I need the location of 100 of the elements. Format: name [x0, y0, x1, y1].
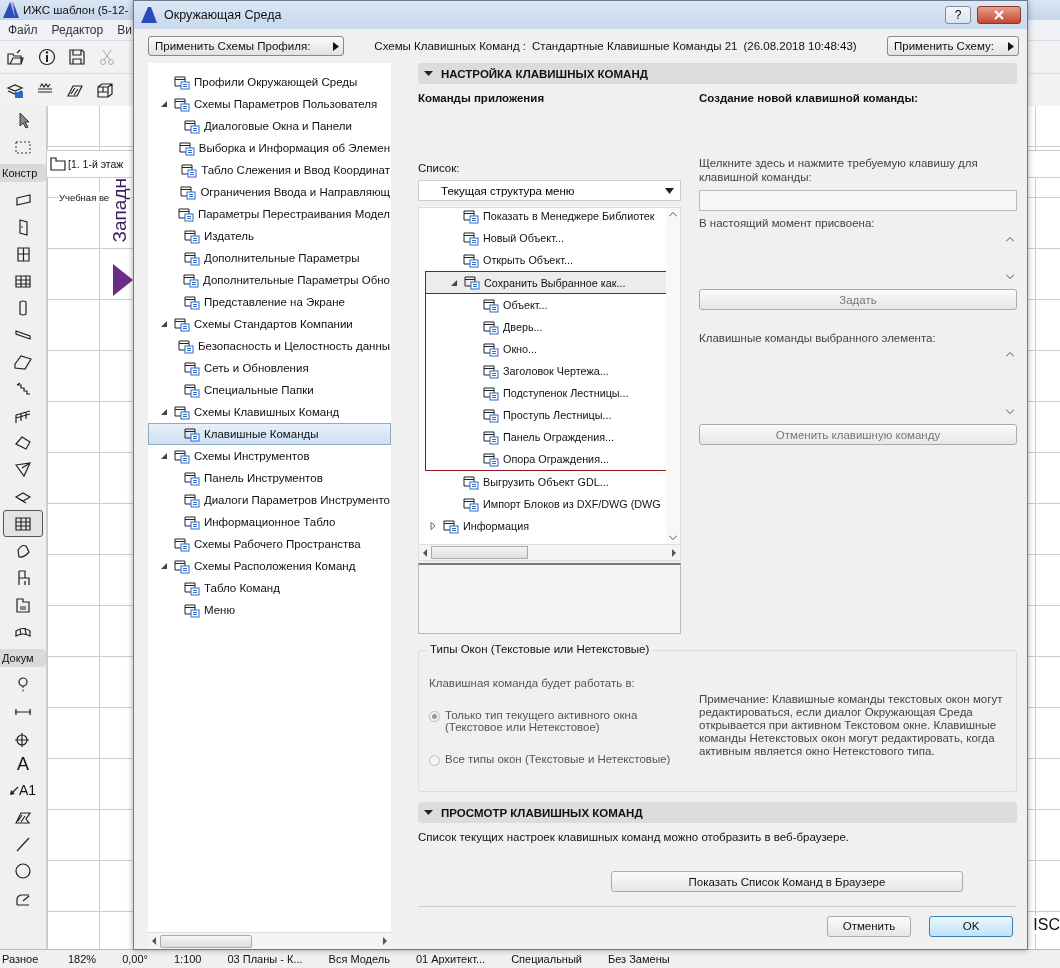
app-logo-icon: [140, 6, 158, 24]
tree-item[interactable]: Безопасность и Целостность данны: [148, 335, 391, 357]
settings-panel-icon: [183, 513, 200, 531]
shortcut-input-field[interactable]: [699, 190, 1017, 211]
cancel-button[interactable]: Отменить: [827, 915, 911, 937]
tree-item[interactable]: Схемы Инструментов: [148, 445, 391, 467]
close-button[interactable]: [977, 6, 1021, 24]
palette-group-label[interactable]: Разное: [2, 953, 42, 965]
status-field[interactable]: Специальный: [511, 953, 582, 965]
status-field[interactable]: Без Замены: [608, 953, 670, 965]
menu-item[interactable]: Ви: [117, 23, 132, 37]
command-icon: [482, 450, 499, 468]
status-field[interactable]: Вся Модель: [328, 953, 390, 965]
tree-item[interactable]: Диалоговые Окна и Панели: [148, 115, 391, 137]
collapse-arrow-icon[interactable]: [160, 320, 168, 328]
command-item[interactable]: Показать в Менеджере Библиотек: [419, 208, 666, 227]
tree-item[interactable]: Специальные Папки: [148, 379, 391, 401]
tree-item[interactable]: Схемы Расположения Команд: [148, 555, 391, 577]
tree-item[interactable]: Меню: [148, 599, 391, 621]
tree-item[interactable]: Схемы Параметров Пользователя: [148, 93, 391, 115]
scroll-right-icon[interactable]: [672, 548, 676, 557]
scroll-left-icon[interactable]: [423, 548, 427, 557]
horizontal-scrollbar[interactable]: [148, 932, 391, 949]
apply-scheme-button[interactable]: Применить Схему:: [887, 36, 1019, 56]
command-item[interactable]: Панель Ограждения...: [419, 426, 666, 448]
expand-arrow-icon[interactable]: [429, 522, 437, 530]
status-field[interactable]: 01 Архитект...: [415, 953, 486, 965]
palette-group-label[interactable]: Констр: [0, 164, 46, 182]
tree-item[interactable]: Табло Слежения и Ввод Координат: [148, 159, 391, 181]
ok-button[interactable]: OK: [929, 915, 1013, 937]
command-item[interactable]: Импорт Блоков из DXF/DWG (DWG: [419, 493, 666, 515]
brick-box-icon: [96, 81, 114, 99]
scissors-icon: [98, 48, 116, 66]
command-item[interactable]: Новый Объект...: [419, 227, 666, 249]
tree-item[interactable]: Ограничения Ввода и Направляющ: [148, 181, 391, 203]
collapse-arrow-icon[interactable]: [160, 408, 168, 416]
palette-group-label[interactable]: Докум: [0, 649, 46, 667]
element-shortcuts-label: Клавишные команды выбранного элемента:: [699, 332, 937, 344]
command-item[interactable]: Сохранить Выбранное как...: [425, 271, 666, 293]
tree-item[interactable]: Дополнительные Параметры Обно: [148, 269, 391, 291]
section-header[interactable]: НАСТРОЙКА КЛАВИШНЫХ КОМАНД: [418, 63, 1017, 84]
tool-button[interactable]: [3, 510, 43, 537]
tree-item[interactable]: Издатель: [148, 225, 391, 247]
tree-item[interactable]: Профили Окружающей Среды: [148, 71, 391, 93]
tree-item[interactable]: Табло Команд: [148, 577, 391, 599]
command-item[interactable]: Объект...: [419, 294, 666, 316]
menu-item[interactable]: Файл: [8, 23, 38, 37]
scroll-right-icon[interactable]: [383, 937, 387, 945]
status-field[interactable]: 1:100: [173, 953, 202, 965]
status-field[interactable]: 182%: [68, 953, 97, 965]
tree-item[interactable]: Схемы Стандартов Компании: [148, 313, 391, 335]
command-item[interactable]: Подступенок Лестницы...: [419, 382, 666, 404]
command-item[interactable]: Открыть Объект...: [419, 249, 666, 271]
vertical-label: Западн: [109, 178, 131, 243]
command-icon: [482, 384, 499, 402]
command-item[interactable]: Выгрузить Объект GDL...: [419, 471, 666, 493]
tree-item[interactable]: Информационное Табло: [148, 511, 391, 533]
show-in-browser-button[interactable]: Показать Список Команд в Браузере: [611, 871, 963, 892]
tree-item[interactable]: Выборка и Информация об Элемен: [148, 137, 391, 159]
tree-item[interactable]: Панель Инструментов: [148, 467, 391, 489]
status-field[interactable]: 03 Планы - К...: [227, 953, 303, 965]
horizontal-scrollbar[interactable]: [418, 545, 681, 561]
apply-profile-button[interactable]: Применить Схемы Профиля:: [148, 36, 344, 56]
menu-item[interactable]: Редактор: [51, 23, 104, 37]
view-tab[interactable]: [1. 1-й этаж: [49, 155, 124, 173]
tree-item[interactable]: Представление на Экране: [148, 291, 391, 313]
command-item[interactable]: Проступь Лестницы...: [419, 404, 666, 426]
assigned-label: В настоящий момент присвоена:: [699, 217, 876, 229]
collapse-arrow-icon[interactable]: [160, 100, 168, 108]
scheme-date: (26.08.2018 10:48:43): [743, 40, 857, 52]
section-header[interactable]: ПРОСМОТР КЛАВИШНЫХ КОМАНД: [418, 802, 1017, 823]
text-tool-glyph[interactable]: A: [17, 752, 29, 776]
tree-item[interactable]: Дополнительные Параметры: [148, 247, 391, 269]
list-label: Список:: [418, 162, 461, 176]
tree-item[interactable]: Клавишные Команды: [148, 423, 391, 445]
tree-item[interactable]: Диалоги Параметров Инструменто: [148, 489, 391, 511]
status-field[interactable]: 0,00°: [122, 953, 148, 965]
command-icon: [482, 406, 499, 424]
settings-panel-icon: [183, 381, 200, 399]
collapse-arrow-icon[interactable]: [160, 452, 168, 460]
collapse-arrow-icon[interactable]: [160, 562, 168, 570]
help-button[interactable]: ?: [945, 6, 971, 24]
tree-item[interactable]: Параметры Перестраивания Модел: [148, 203, 391, 225]
label-tool-glyph[interactable]: A1: [18, 777, 37, 802]
tree-item[interactable]: Схемы Рабочего Пространства: [148, 533, 391, 555]
collapse-arrow-icon[interactable]: [450, 278, 458, 287]
command-item[interactable]: Дверь...: [419, 316, 666, 338]
command-item[interactable]: Заголовок Чертежа...: [419, 360, 666, 382]
command-icon: [462, 251, 479, 269]
settings-panel-icon: [183, 425, 200, 443]
command-icon: [482, 296, 499, 314]
command-item[interactable]: Окно...: [419, 338, 666, 360]
list-dropdown[interactable]: Текущая структура меню: [418, 180, 681, 201]
command-item[interactable]: Информация: [419, 515, 666, 537]
leader-arrow-icon: [9, 784, 19, 795]
command-icon: [462, 473, 479, 491]
scroll-left-icon[interactable]: [152, 937, 156, 945]
command-item[interactable]: Опора Ограждения...: [419, 448, 666, 470]
tree-item[interactable]: Схемы Клавишных Команд: [148, 401, 391, 423]
tree-item[interactable]: Сеть и Обновления: [148, 357, 391, 379]
